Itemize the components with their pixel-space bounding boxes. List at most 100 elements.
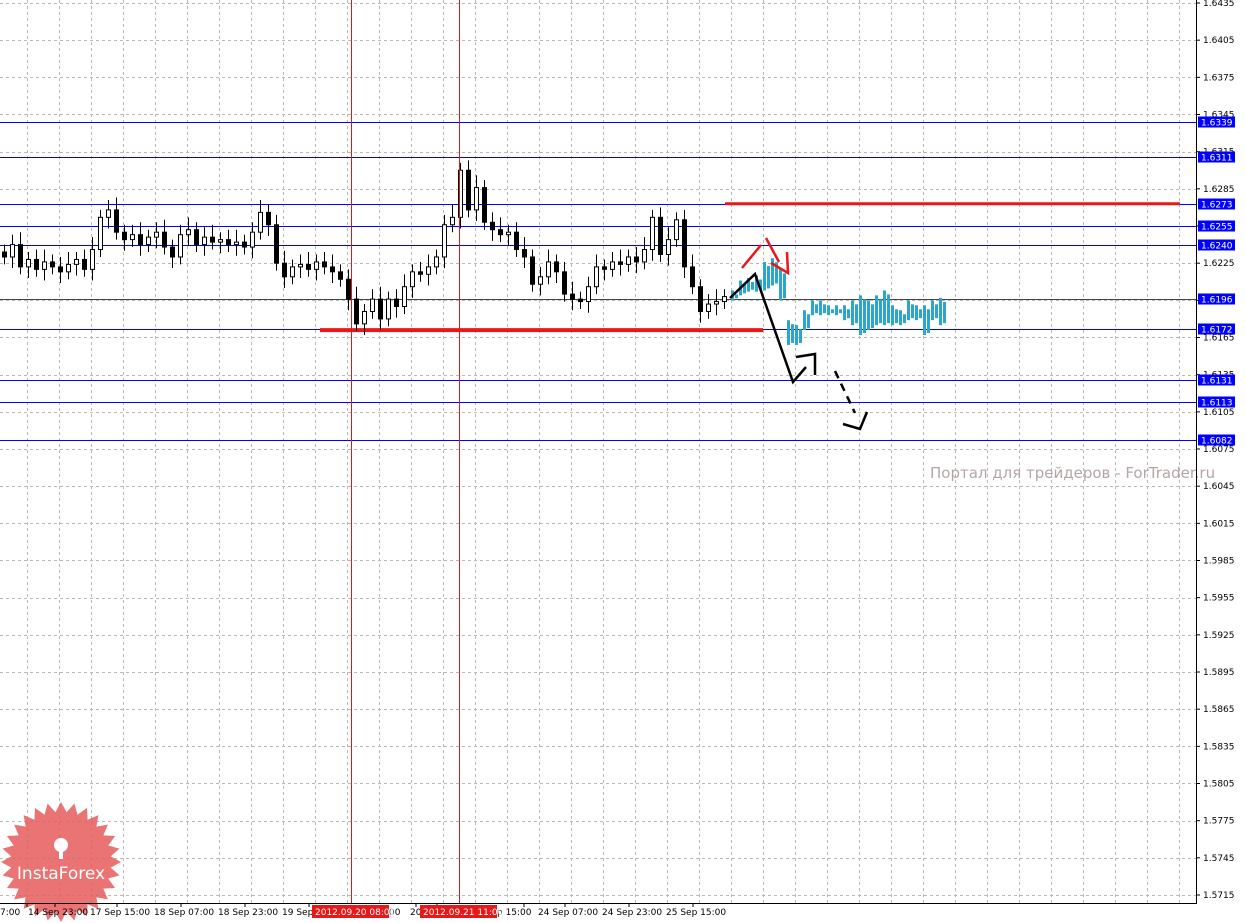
candle bbox=[250, 231, 255, 248]
candle bbox=[410, 271, 415, 288]
forecast-bar bbox=[847, 309, 850, 319]
candle bbox=[658, 216, 663, 255]
forecast-bar bbox=[907, 300, 910, 321]
price-tick-label: 1.5715 bbox=[1203, 891, 1235, 901]
candle bbox=[626, 256, 631, 265]
forecast-bar bbox=[855, 304, 858, 324]
time-tick-label: 18 Sep 07:00 bbox=[154, 908, 214, 918]
candle bbox=[562, 271, 567, 295]
level-label: 1.6240 bbox=[1201, 242, 1233, 252]
candle bbox=[194, 229, 199, 246]
candle bbox=[50, 261, 55, 268]
forecast-bar bbox=[931, 300, 934, 321]
candle bbox=[482, 187, 487, 223]
drawn-arrows bbox=[729, 237, 869, 431]
time-tick-label: 14 Sep 23:00 bbox=[28, 908, 88, 918]
candle bbox=[722, 296, 727, 303]
candle bbox=[10, 244, 15, 258]
candle bbox=[74, 258, 79, 265]
forecast-bar bbox=[927, 309, 930, 334]
highlighted-time-label: 2012.09.21 11:00 bbox=[423, 908, 504, 918]
candle bbox=[234, 241, 239, 246]
forecast-bar bbox=[943, 301, 946, 324]
price-tick-label: 1.6015 bbox=[1203, 519, 1235, 529]
candle bbox=[450, 216, 455, 226]
forecast-bar bbox=[843, 305, 846, 321]
black-arrow-head bbox=[795, 352, 817, 375]
forecast-bar bbox=[815, 304, 818, 314]
candle bbox=[538, 276, 543, 285]
candle bbox=[474, 187, 479, 211]
candle bbox=[554, 261, 559, 273]
forecast-bar bbox=[735, 294, 738, 299]
candle bbox=[442, 224, 447, 258]
candle bbox=[618, 261, 623, 265]
forecast-bar bbox=[863, 299, 866, 334]
level-label: 1.6131 bbox=[1201, 377, 1233, 387]
candle bbox=[690, 266, 695, 288]
candle bbox=[434, 256, 439, 268]
candle bbox=[514, 231, 519, 251]
candle bbox=[386, 298, 391, 320]
candle bbox=[706, 303, 711, 312]
candle bbox=[642, 249, 647, 263]
time-tick-label: 7:00 bbox=[0, 908, 20, 918]
candle bbox=[26, 258, 31, 268]
forecast-bar bbox=[807, 314, 810, 329]
candles bbox=[2, 160, 727, 336]
price-axis[interactable]: 1.64351.64051.63751.63451.63151.62851.62… bbox=[1196, 0, 1235, 901]
candle bbox=[298, 263, 303, 268]
candle bbox=[306, 263, 311, 270]
candle bbox=[682, 219, 687, 268]
candle bbox=[98, 216, 103, 251]
candle bbox=[282, 262, 287, 278]
candle bbox=[258, 211, 263, 233]
candle bbox=[178, 234, 183, 258]
candle bbox=[154, 231, 159, 238]
forecast-bar bbox=[875, 295, 878, 326]
forecast-bar bbox=[783, 273, 786, 299]
candle bbox=[378, 298, 383, 320]
candle bbox=[106, 209, 111, 218]
forecast-bar bbox=[859, 295, 862, 336]
level-label: 1.6311 bbox=[1201, 154, 1233, 164]
candle bbox=[666, 239, 671, 255]
candle bbox=[490, 221, 495, 231]
forecast-bar bbox=[915, 305, 918, 321]
candle bbox=[714, 301, 719, 305]
forecast-bar bbox=[779, 269, 782, 301]
time-tick-label: 18 Sep 23:00 bbox=[218, 908, 278, 918]
candle bbox=[650, 216, 655, 251]
candle bbox=[578, 298, 583, 303]
candle bbox=[634, 256, 639, 263]
level-label: 1.6082 bbox=[1201, 437, 1233, 447]
black-dashed-head bbox=[842, 411, 869, 431]
black-dashed-path bbox=[833, 370, 857, 414]
forecast-bar bbox=[887, 294, 890, 324]
forecast-bar bbox=[819, 300, 822, 316]
price-tick-label: 1.5805 bbox=[1203, 780, 1235, 790]
candle bbox=[130, 234, 135, 241]
candle bbox=[354, 298, 359, 325]
candle bbox=[18, 244, 23, 268]
grid bbox=[0, 0, 1196, 903]
highlighted-time-label: 2012.09.20 08:00 bbox=[315, 908, 396, 918]
price-tick-label: 1.6045 bbox=[1203, 482, 1235, 492]
forecast-bar bbox=[923, 305, 926, 336]
price-chart[interactable]: Портал для трейдеров - ForTrader.ru Inst… bbox=[0, 0, 1246, 923]
candle bbox=[114, 209, 119, 233]
candle bbox=[594, 266, 599, 288]
candle bbox=[466, 169, 471, 211]
candle bbox=[138, 234, 143, 246]
candle bbox=[170, 246, 175, 258]
forecast-bar bbox=[803, 310, 806, 331]
candle bbox=[226, 239, 231, 246]
time-axis[interactable]: 7:00 14 Sep 23:00 17 Sep 15:00 18 Sep 07:00… bbox=[0, 903, 726, 918]
candle bbox=[186, 229, 191, 236]
forecast-bar bbox=[939, 297, 942, 326]
candle bbox=[2, 251, 7, 258]
forecast-bar bbox=[839, 309, 842, 314]
time-tick-label: 24 Sep 23:00 bbox=[602, 908, 662, 918]
price-tick-label: 1.6405 bbox=[1203, 36, 1235, 46]
price-tick-label: 1.5745 bbox=[1203, 854, 1235, 864]
